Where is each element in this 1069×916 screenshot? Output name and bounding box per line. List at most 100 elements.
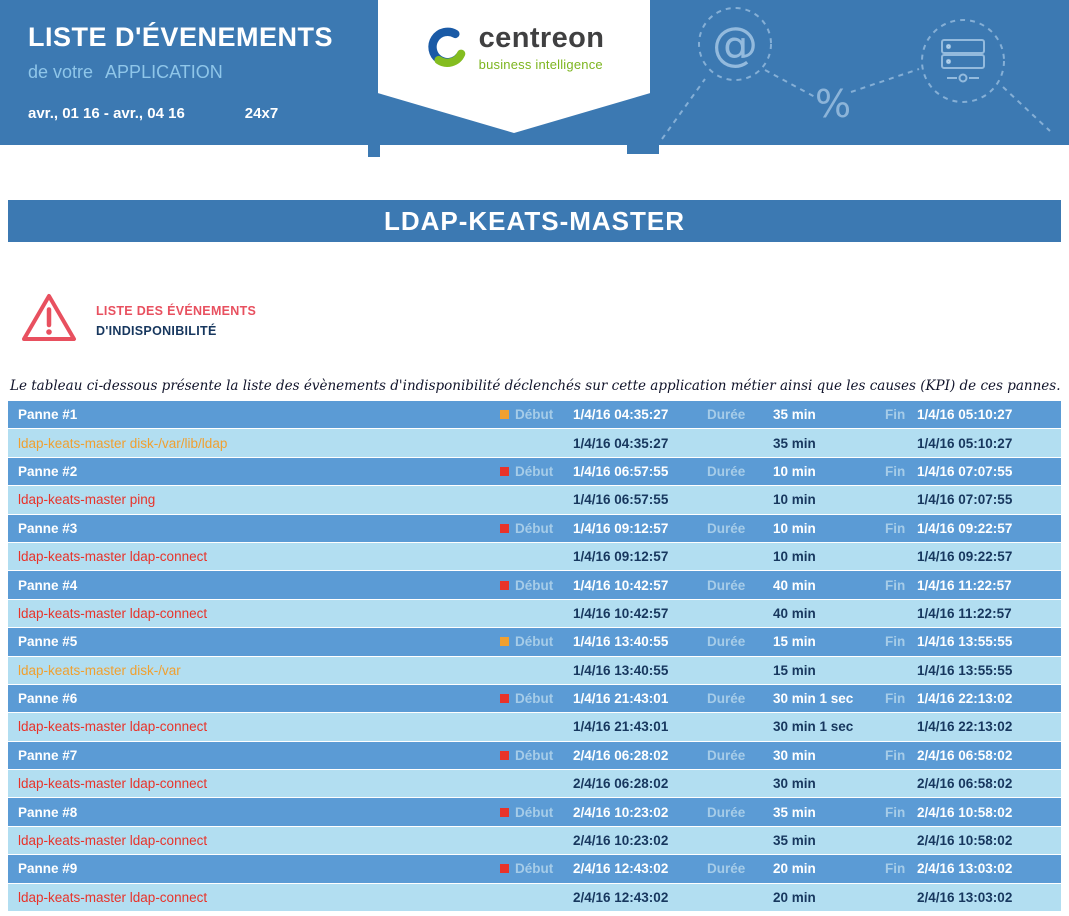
kpi-end-value: 2/4/16 06:58:02	[915, 776, 1061, 791]
report-subtitle: de votre APPLICATION	[28, 62, 333, 83]
start-value: 1/4/16 10:42:57	[559, 578, 687, 593]
event-name: Panne #5	[8, 634, 483, 649]
event-name: Panne #2	[8, 464, 483, 479]
kpi-start-value: 2/4/16 10:23:02	[559, 833, 687, 848]
kpi-duration-value: 35 min	[761, 833, 869, 848]
duration-label: Durée	[687, 691, 761, 706]
kpi-end-value: 1/4/16 13:55:55	[915, 663, 1061, 678]
severity-square-icon	[483, 808, 509, 817]
kpi-detail-row: ldap-keats-master disk-/var1/4/16 13:40:…	[8, 657, 1061, 684]
end-value: 2/4/16 13:03:02	[915, 861, 1061, 876]
kpi-detail-row: ldap-keats-master ldap-connect 2/4/16 10:…	[8, 827, 1061, 854]
kpi-detail-row: ldap-keats-master ldap-connect 1/4/16 10:…	[8, 600, 1061, 627]
ribbon-fold-right	[627, 145, 659, 154]
duration-label: Durée	[687, 861, 761, 876]
event-name: Panne #9	[8, 861, 483, 876]
kpi-duration-value: 30 min 1 sec	[761, 719, 869, 734]
start-label: Début	[509, 861, 559, 876]
duration-value: 35 min	[761, 407, 869, 422]
end-label: Fin	[869, 691, 915, 706]
event-summary-row: Panne #5Début1/4/16 13:40:55Durée15 minF…	[8, 628, 1061, 655]
warning-line1: LISTE DES ÉVÉNEMENTS	[96, 301, 256, 321]
dashed-line	[662, 79, 705, 139]
end-label: Fin	[869, 521, 915, 536]
kpi-name: ldap-keats-master ldap-connect	[8, 833, 483, 848]
percent-icon: %	[815, 82, 851, 126]
severity-square-icon	[483, 467, 509, 476]
end-label: Fin	[869, 407, 915, 422]
subtitle-application: APPLICATION	[105, 62, 223, 82]
at-circle-icon	[699, 8, 771, 80]
end-value: 1/4/16 07:07:55	[915, 464, 1061, 479]
kpi-duration-value: 10 min	[761, 549, 869, 564]
event-summary-row: Panne #3Début1/4/16 09:12:57Durée10 minF…	[8, 515, 1061, 542]
event-name: Panne #1	[8, 407, 483, 422]
server-icon	[942, 40, 984, 82]
kpi-name: ldap-keats-master ldap-connect	[8, 719, 483, 734]
kpi-end-value: 1/4/16 22:13:02	[915, 719, 1061, 734]
kpi-detail-row: ldap-keats-master ldap-connect 2/4/16 12:…	[8, 884, 1061, 911]
event-name: Panne #7	[8, 748, 483, 763]
kpi-name: ldap-keats-master ldap-connect	[8, 776, 483, 791]
end-value: 2/4/16 10:58:02	[915, 805, 1061, 820]
kpi-start-value: 1/4/16 10:42:57	[559, 606, 687, 621]
kpi-start-value: 2/4/16 12:43:02	[559, 890, 687, 905]
severity-square-icon	[483, 864, 509, 873]
event-name: Panne #3	[8, 521, 483, 536]
warning-text: LISTE DES ÉVÉNEMENTS D'INDISPONIBILITÉ	[96, 292, 256, 341]
event-summary-row: Panne #4Début1/4/16 10:42:57Durée40 minF…	[8, 571, 1061, 598]
start-value: 1/4/16 06:57:55	[559, 464, 687, 479]
end-value: 1/4/16 11:22:57	[915, 578, 1061, 593]
event-name: Panne #6	[8, 691, 483, 706]
duration-label: Durée	[687, 578, 761, 593]
kpi-name: ldap-keats-master ping	[8, 492, 483, 507]
start-value: 2/4/16 06:28:02	[559, 748, 687, 763]
centreon-logo: centreon business intelligence	[424, 24, 605, 72]
event-summary-row: Panne #6Début1/4/16 21:43:01Durée30 min …	[8, 685, 1061, 712]
kpi-name: ldap-keats-master disk-/var	[8, 663, 483, 678]
duration-value: 10 min	[761, 464, 869, 479]
logo-name: centreon	[479, 24, 605, 53]
severity-square-icon	[483, 694, 509, 703]
dashed-line	[1003, 87, 1050, 131]
dashed-line	[765, 70, 815, 97]
report-header: @ % LISTE D'ÉVENEMENTS de votre APPLICATI…	[0, 0, 1069, 145]
duration-label: Durée	[687, 521, 761, 536]
kpi-end-value: 1/4/16 09:22:57	[915, 549, 1061, 564]
kpi-name: ldap-keats-master ldap-connect	[8, 549, 483, 564]
report-period: avr., 01 16 - avr., 04 16 24x7	[28, 105, 333, 122]
warning-heading: LISTE DES ÉVÉNEMENTS D'INDISPONIBILITÉ	[20, 292, 1069, 344]
end-label: Fin	[869, 578, 915, 593]
end-value: 1/4/16 09:22:57	[915, 521, 1061, 536]
kpi-name: ldap-keats-master ldap-connect	[8, 606, 483, 621]
kpi-duration-value: 15 min	[761, 663, 869, 678]
event-summary-row: Panne #7Début2/4/16 06:28:02Durée30 minF…	[8, 742, 1061, 769]
section-title-bar: LDAP-KEATS-MASTER	[8, 200, 1061, 242]
kpi-duration-value: 10 min	[761, 492, 869, 507]
dashed-line	[851, 69, 919, 92]
start-label: Début	[509, 691, 559, 706]
severity-square-icon	[483, 581, 509, 590]
start-label: Début	[509, 521, 559, 536]
duration-label: Durée	[687, 748, 761, 763]
kpi-end-value: 1/4/16 05:10:27	[915, 436, 1061, 451]
report-title: LISTE D'ÉVENEMENTS	[28, 22, 333, 53]
date-range: avr., 01 16 - avr., 04 16	[28, 105, 185, 122]
kpi-name: ldap-keats-master ldap-connect	[8, 890, 483, 905]
severity-square-icon	[483, 410, 509, 419]
subtitle-prefix: de votre	[28, 62, 93, 82]
centreon-logo-icon	[424, 24, 470, 70]
kpi-duration-value: 30 min	[761, 776, 869, 791]
duration-label: Durée	[687, 407, 761, 422]
logo-badge: centreon business intelligence	[378, 0, 650, 133]
duration-value: 20 min	[761, 861, 869, 876]
end-label: Fin	[869, 464, 915, 479]
event-name: Panne #4	[8, 578, 483, 593]
severity-square-icon	[483, 637, 509, 646]
duration-value: 35 min	[761, 805, 869, 820]
kpi-duration-value: 40 min	[761, 606, 869, 621]
end-label: Fin	[869, 748, 915, 763]
start-value: 1/4/16 13:40:55	[559, 634, 687, 649]
end-label: Fin	[869, 634, 915, 649]
at-icon: @	[712, 17, 758, 71]
